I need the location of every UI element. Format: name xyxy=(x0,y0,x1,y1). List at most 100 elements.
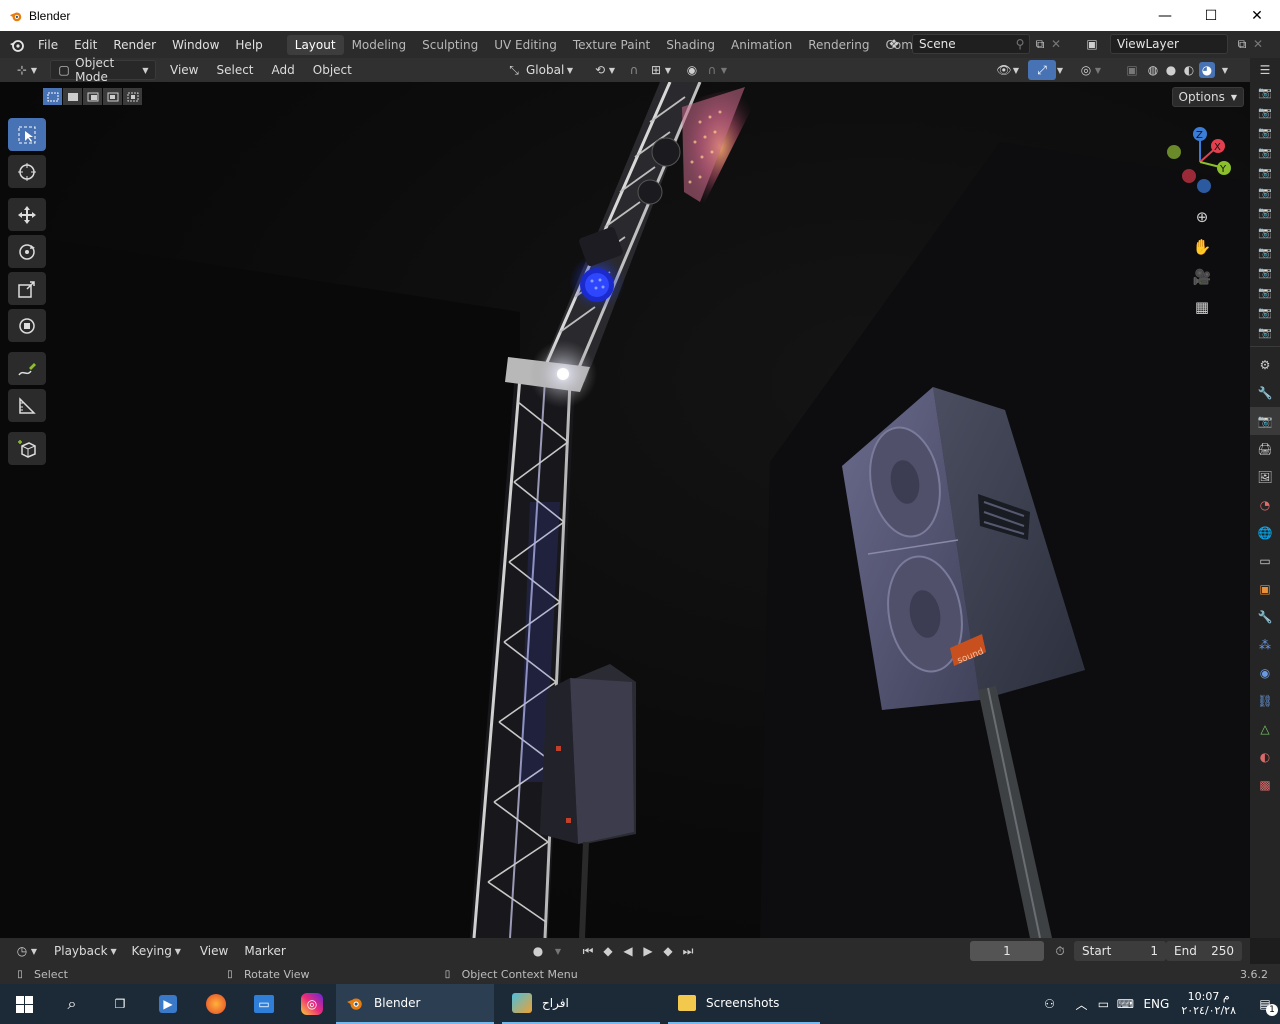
tab-modeling[interactable]: Modeling xyxy=(344,35,415,55)
tab-uv-editing[interactable]: UV Editing xyxy=(486,35,565,55)
jump-start-icon[interactable]: ⏮ xyxy=(580,943,596,959)
scene-properties-icon[interactable]: ◔ xyxy=(1250,491,1280,519)
gizmo-neg-y-icon[interactable] xyxy=(1167,145,1181,159)
menu-view[interactable]: View xyxy=(164,60,204,80)
properties-editor-icon[interactable]: ⚙ xyxy=(1250,351,1280,379)
xray-toggle[interactable]: ▣ xyxy=(1118,60,1146,80)
camera-toggle-icon[interactable]: 📷 xyxy=(1250,322,1280,342)
cursor-tool[interactable] xyxy=(8,155,46,188)
prev-keyframe-icon[interactable]: ◆ xyxy=(600,943,616,959)
select-intersect-icon[interactable] xyxy=(123,88,142,105)
wireframe-shading-icon[interactable]: ◍ xyxy=(1145,62,1161,78)
gizmo-neg-x-icon[interactable] xyxy=(1182,169,1196,183)
pin-icon[interactable]: ⚲ xyxy=(1012,36,1028,52)
tool-settings-icon[interactable]: 🔧 xyxy=(1250,379,1280,407)
menu-window[interactable]: Window xyxy=(164,31,227,58)
start-frame-field[interactable]: Start 1 xyxy=(1074,941,1166,961)
scene-icon[interactable]: ❖ xyxy=(886,36,902,52)
tab-animation[interactable]: Animation xyxy=(723,35,800,55)
3d-viewport[interactable]: sound Options ▼ Z X Y ⊕ ✋ 🎥 ▦ xyxy=(0,82,1250,938)
blender-menu-icon[interactable] xyxy=(4,31,30,58)
camera-toggle-icon[interactable]: 📷 xyxy=(1250,262,1280,282)
pivot-point-dropdown[interactable]: ⟲ ▼ xyxy=(586,60,622,80)
output-properties-icon[interactable]: 🖨 xyxy=(1250,435,1280,463)
perspective-toggle-button[interactable]: ▦ xyxy=(1189,294,1215,320)
physics-properties-icon[interactable]: ◉ xyxy=(1250,659,1280,687)
add-cube-tool[interactable] xyxy=(8,432,46,465)
view-layer-icon[interactable]: ▣ xyxy=(1084,36,1100,52)
transform-tool[interactable] xyxy=(8,309,46,342)
task-view-button[interactable]: ❐ xyxy=(96,984,144,1024)
remove-view-layer-icon[interactable]: ✕ xyxy=(1250,36,1266,52)
rotate-tool[interactable] xyxy=(8,235,46,268)
select-subtract-icon[interactable] xyxy=(83,88,102,105)
zoom-view-button[interactable]: ⊕ xyxy=(1189,204,1215,230)
next-keyframe-icon[interactable]: ◆ xyxy=(660,943,676,959)
object-properties-icon[interactable]: ▣ xyxy=(1250,575,1280,603)
play-reverse-icon[interactable]: ◀ xyxy=(620,943,636,959)
camera-toggle-icon[interactable]: 📷 xyxy=(1250,242,1280,262)
people-icon[interactable]: ⚇ xyxy=(1041,996,1057,1012)
editor-type-button[interactable]: ⊹ ▼ xyxy=(8,60,44,80)
play-icon[interactable]: ▶ xyxy=(640,943,656,959)
menu-add[interactable]: Add xyxy=(266,60,301,80)
texture-properties-icon[interactable]: ▩ xyxy=(1250,771,1280,799)
menu-object[interactable]: Object xyxy=(307,60,358,80)
camera-toggle-icon[interactable]: 📷 xyxy=(1250,282,1280,302)
snap-target-dropdown[interactable]: ⊞ ▼ xyxy=(642,60,678,80)
current-frame-field[interactable]: 1 xyxy=(970,941,1044,961)
scale-tool[interactable] xyxy=(8,272,46,305)
rendered-shading-icon[interactable]: ◕ xyxy=(1199,62,1215,78)
modifier-properties-icon[interactable]: 🔧 xyxy=(1250,603,1280,631)
keyboard-icon[interactable]: ⌨ xyxy=(1117,996,1134,1012)
particle-properties-icon[interactable]: ⁂ xyxy=(1250,631,1280,659)
action-center-button[interactable]: ▤ 1 xyxy=(1250,984,1280,1024)
tab-rendering[interactable]: Rendering xyxy=(800,35,877,55)
select-invert-icon[interactable] xyxy=(103,88,122,105)
data-properties-icon[interactable]: △ xyxy=(1250,715,1280,743)
taskbar-app-blender[interactable]: Blender xyxy=(336,984,494,1024)
measure-tool[interactable] xyxy=(8,389,46,422)
media-player-taskbar-icon[interactable]: ▶ xyxy=(144,984,192,1024)
keying-menu[interactable]: Keying ▼ xyxy=(126,941,190,961)
camera-toggle-icon[interactable]: 📷 xyxy=(1250,142,1280,162)
close-button[interactable]: ✕ xyxy=(1234,0,1280,31)
camera-toggle-icon[interactable]: 📷 xyxy=(1250,202,1280,222)
camera-toggle-icon[interactable]: 📷 xyxy=(1250,82,1280,102)
solid-shading-icon[interactable]: ● xyxy=(1163,62,1179,78)
camera-toggle-icon[interactable]: 📷 xyxy=(1250,122,1280,142)
camera-toggle-icon[interactable]: 📷 xyxy=(1250,162,1280,182)
timeline-editor-type-button[interactable]: ◷ ▼ xyxy=(8,941,44,961)
camera-toggle-icon[interactable]: 📷 xyxy=(1250,222,1280,242)
gizmo-neg-z-icon[interactable] xyxy=(1197,179,1211,193)
start-button[interactable] xyxy=(0,984,48,1024)
taskbar-app-afrah[interactable]: افراح xyxy=(502,984,660,1024)
pan-view-button[interactable]: ✋ xyxy=(1189,234,1215,260)
end-frame-field[interactable]: End 250 xyxy=(1166,941,1242,961)
language-indicator[interactable]: ENG xyxy=(1143,997,1169,1011)
stopwatch-icon[interactable]: ⏱ xyxy=(1052,943,1068,959)
chevron-down-icon[interactable]: ▼ xyxy=(1052,62,1068,78)
annotate-tool[interactable] xyxy=(8,352,46,385)
material-properties-icon[interactable]: ◐ xyxy=(1250,743,1280,771)
view-layer-properties-icon[interactable]: 🖼 xyxy=(1250,463,1280,491)
falloff-dropdown[interactable]: ∩ ▼ xyxy=(698,60,734,80)
camera-toggle-icon[interactable]: 📷 xyxy=(1250,182,1280,202)
new-view-layer-icon[interactable]: ⧉ xyxy=(1234,36,1250,52)
instagram-taskbar-icon[interactable]: ◎ xyxy=(288,984,336,1024)
visibility-dropdown[interactable]: 👁 ▼ xyxy=(990,60,1026,80)
view-layer-name-field[interactable]: ViewLayer xyxy=(1110,34,1228,54)
tab-texture-paint[interactable]: Texture Paint xyxy=(565,35,658,55)
material-preview-icon[interactable]: ◐ xyxy=(1181,62,1197,78)
menu-help[interactable]: Help xyxy=(227,31,270,58)
clock[interactable]: 10:07 م ٢٠٢٤/٠٢/٢٨ xyxy=(1181,990,1236,1018)
tab-sculpting[interactable]: Sculpting xyxy=(414,35,486,55)
playback-menu[interactable]: Playback ▼ xyxy=(48,941,126,961)
remove-scene-icon[interactable]: ✕ xyxy=(1048,36,1064,52)
outliner-filter-icon[interactable]: ☰ xyxy=(1250,58,1280,82)
tab-shading[interactable]: Shading xyxy=(658,35,723,55)
chevron-down-icon[interactable]: ▼ xyxy=(550,943,566,959)
chevron-up-icon[interactable]: ︿ xyxy=(1073,996,1089,1012)
world-properties-icon[interactable]: 🌐 xyxy=(1250,519,1280,547)
marker-menu[interactable]: Marker xyxy=(238,941,291,961)
